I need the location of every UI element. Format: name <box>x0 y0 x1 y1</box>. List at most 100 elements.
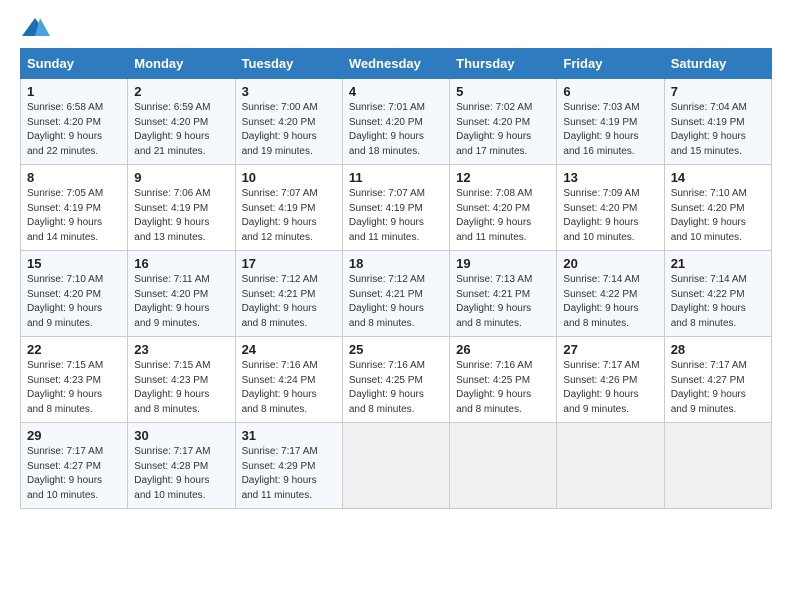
calendar-cell: 15 Sunrise: 7:10 AMSunset: 4:20 PMDaylig… <box>21 251 128 337</box>
calendar-cell: 26 Sunrise: 7:16 AMSunset: 4:25 PMDaylig… <box>450 337 557 423</box>
day-number: 10 <box>242 170 336 185</box>
week-row-5: 29 Sunrise: 7:17 AMSunset: 4:27 PMDaylig… <box>21 423 772 509</box>
calendar-cell: 3 Sunrise: 7:00 AMSunset: 4:20 PMDayligh… <box>235 79 342 165</box>
day-number: 16 <box>134 256 228 271</box>
day-number: 23 <box>134 342 228 357</box>
header-day-wednesday: Wednesday <box>342 49 449 79</box>
calendar-cell: 20 Sunrise: 7:14 AMSunset: 4:22 PMDaylig… <box>557 251 664 337</box>
day-info: Sunrise: 7:13 AMSunset: 4:21 PMDaylight:… <box>456 274 532 329</box>
calendar-header: SundayMondayTuesdayWednesdayThursdayFrid… <box>21 49 772 79</box>
day-number: 17 <box>242 256 336 271</box>
week-row-4: 22 Sunrise: 7:15 AMSunset: 4:23 PMDaylig… <box>21 337 772 423</box>
calendar-body: 1 Sunrise: 6:58 AMSunset: 4:20 PMDayligh… <box>21 79 772 509</box>
day-number: 6 <box>563 84 657 99</box>
day-number: 8 <box>27 170 121 185</box>
day-number: 22 <box>27 342 121 357</box>
header-day-thursday: Thursday <box>450 49 557 79</box>
calendar-cell: 5 Sunrise: 7:02 AMSunset: 4:20 PMDayligh… <box>450 79 557 165</box>
day-info: Sunrise: 7:04 AMSunset: 4:19 PMDaylight:… <box>671 102 747 157</box>
calendar-cell: 21 Sunrise: 7:14 AMSunset: 4:22 PMDaylig… <box>664 251 771 337</box>
day-info: Sunrise: 7:01 AMSunset: 4:20 PMDaylight:… <box>349 102 425 157</box>
calendar-cell: 7 Sunrise: 7:04 AMSunset: 4:19 PMDayligh… <box>664 79 771 165</box>
day-info: Sunrise: 7:17 AMSunset: 4:28 PMDaylight:… <box>134 446 210 501</box>
calendar-cell: 6 Sunrise: 7:03 AMSunset: 4:19 PMDayligh… <box>557 79 664 165</box>
week-row-2: 8 Sunrise: 7:05 AMSunset: 4:19 PMDayligh… <box>21 165 772 251</box>
day-number: 5 <box>456 84 550 99</box>
day-info: Sunrise: 7:08 AMSunset: 4:20 PMDaylight:… <box>456 188 532 243</box>
calendar-cell: 12 Sunrise: 7:08 AMSunset: 4:20 PMDaylig… <box>450 165 557 251</box>
header-day-friday: Friday <box>557 49 664 79</box>
header-day-sunday: Sunday <box>21 49 128 79</box>
day-number: 3 <box>242 84 336 99</box>
day-number: 7 <box>671 84 765 99</box>
day-info: Sunrise: 7:17 AMSunset: 4:26 PMDaylight:… <box>563 360 639 415</box>
day-info: Sunrise: 7:16 AMSunset: 4:24 PMDaylight:… <box>242 360 318 415</box>
day-number: 13 <box>563 170 657 185</box>
week-row-1: 1 Sunrise: 6:58 AMSunset: 4:20 PMDayligh… <box>21 79 772 165</box>
calendar-cell: 11 Sunrise: 7:07 AMSunset: 4:19 PMDaylig… <box>342 165 449 251</box>
day-info: Sunrise: 7:11 AMSunset: 4:20 PMDaylight:… <box>134 274 209 329</box>
day-info: Sunrise: 7:00 AMSunset: 4:20 PMDaylight:… <box>242 102 318 157</box>
day-info: Sunrise: 7:12 AMSunset: 4:21 PMDaylight:… <box>349 274 425 329</box>
day-info: Sunrise: 7:16 AMSunset: 4:25 PMDaylight:… <box>456 360 532 415</box>
logo <box>20 16 54 40</box>
day-number: 20 <box>563 256 657 271</box>
day-number: 19 <box>456 256 550 271</box>
week-row-3: 15 Sunrise: 7:10 AMSunset: 4:20 PMDaylig… <box>21 251 772 337</box>
day-info: Sunrise: 7:17 AMSunset: 4:27 PMDaylight:… <box>671 360 747 415</box>
day-number: 27 <box>563 342 657 357</box>
day-number: 12 <box>456 170 550 185</box>
calendar-cell: 4 Sunrise: 7:01 AMSunset: 4:20 PMDayligh… <box>342 79 449 165</box>
calendar-cell: 14 Sunrise: 7:10 AMSunset: 4:20 PMDaylig… <box>664 165 771 251</box>
calendar-cell: 8 Sunrise: 7:05 AMSunset: 4:19 PMDayligh… <box>21 165 128 251</box>
day-number: 14 <box>671 170 765 185</box>
header-day-saturday: Saturday <box>664 49 771 79</box>
calendar-cell: 23 Sunrise: 7:15 AMSunset: 4:23 PMDaylig… <box>128 337 235 423</box>
day-number: 9 <box>134 170 228 185</box>
day-number: 29 <box>27 428 121 443</box>
day-info: Sunrise: 7:14 AMSunset: 4:22 PMDaylight:… <box>671 274 747 329</box>
calendar-cell <box>450 423 557 509</box>
day-number: 15 <box>27 256 121 271</box>
header-day-tuesday: Tuesday <box>235 49 342 79</box>
day-number: 28 <box>671 342 765 357</box>
day-info: Sunrise: 7:03 AMSunset: 4:19 PMDaylight:… <box>563 102 639 157</box>
day-info: Sunrise: 7:17 AMSunset: 4:29 PMDaylight:… <box>242 446 318 501</box>
calendar-cell: 29 Sunrise: 7:17 AMSunset: 4:27 PMDaylig… <box>21 423 128 509</box>
calendar-cell <box>664 423 771 509</box>
day-info: Sunrise: 7:10 AMSunset: 4:20 PMDaylight:… <box>671 188 747 243</box>
calendar-cell: 13 Sunrise: 7:09 AMSunset: 4:20 PMDaylig… <box>557 165 664 251</box>
day-number: 25 <box>349 342 443 357</box>
calendar-cell: 16 Sunrise: 7:11 AMSunset: 4:20 PMDaylig… <box>128 251 235 337</box>
day-info: Sunrise: 7:15 AMSunset: 4:23 PMDaylight:… <box>134 360 210 415</box>
calendar-cell: 28 Sunrise: 7:17 AMSunset: 4:27 PMDaylig… <box>664 337 771 423</box>
calendar-cell: 10 Sunrise: 7:07 AMSunset: 4:19 PMDaylig… <box>235 165 342 251</box>
calendar-cell: 25 Sunrise: 7:16 AMSunset: 4:25 PMDaylig… <box>342 337 449 423</box>
day-number: 11 <box>349 170 443 185</box>
day-info: Sunrise: 7:07 AMSunset: 4:19 PMDaylight:… <box>242 188 318 243</box>
day-number: 21 <box>671 256 765 271</box>
day-info: Sunrise: 7:15 AMSunset: 4:23 PMDaylight:… <box>27 360 103 415</box>
day-info: Sunrise: 7:07 AMSunset: 4:19 PMDaylight:… <box>349 188 425 243</box>
day-info: Sunrise: 7:06 AMSunset: 4:19 PMDaylight:… <box>134 188 210 243</box>
day-number: 24 <box>242 342 336 357</box>
day-number: 1 <box>27 84 121 99</box>
day-info: Sunrise: 7:09 AMSunset: 4:20 PMDaylight:… <box>563 188 639 243</box>
header-day-monday: Monday <box>128 49 235 79</box>
day-info: Sunrise: 7:10 AMSunset: 4:20 PMDaylight:… <box>27 274 103 329</box>
day-info: Sunrise: 6:58 AMSunset: 4:20 PMDaylight:… <box>27 102 103 157</box>
calendar-cell: 1 Sunrise: 6:58 AMSunset: 4:20 PMDayligh… <box>21 79 128 165</box>
day-info: Sunrise: 7:14 AMSunset: 4:22 PMDaylight:… <box>563 274 639 329</box>
day-number: 26 <box>456 342 550 357</box>
calendar-cell: 2 Sunrise: 6:59 AMSunset: 4:20 PMDayligh… <box>128 79 235 165</box>
day-info: Sunrise: 7:05 AMSunset: 4:19 PMDaylight:… <box>27 188 103 243</box>
day-number: 2 <box>134 84 228 99</box>
header <box>20 16 772 40</box>
calendar-cell: 27 Sunrise: 7:17 AMSunset: 4:26 PMDaylig… <box>557 337 664 423</box>
calendar-cell <box>342 423 449 509</box>
calendar-cell: 9 Sunrise: 7:06 AMSunset: 4:19 PMDayligh… <box>128 165 235 251</box>
calendar-cell <box>557 423 664 509</box>
logo-icon <box>20 16 50 40</box>
day-info: Sunrise: 7:02 AMSunset: 4:20 PMDaylight:… <box>456 102 532 157</box>
calendar-cell: 31 Sunrise: 7:17 AMSunset: 4:29 PMDaylig… <box>235 423 342 509</box>
